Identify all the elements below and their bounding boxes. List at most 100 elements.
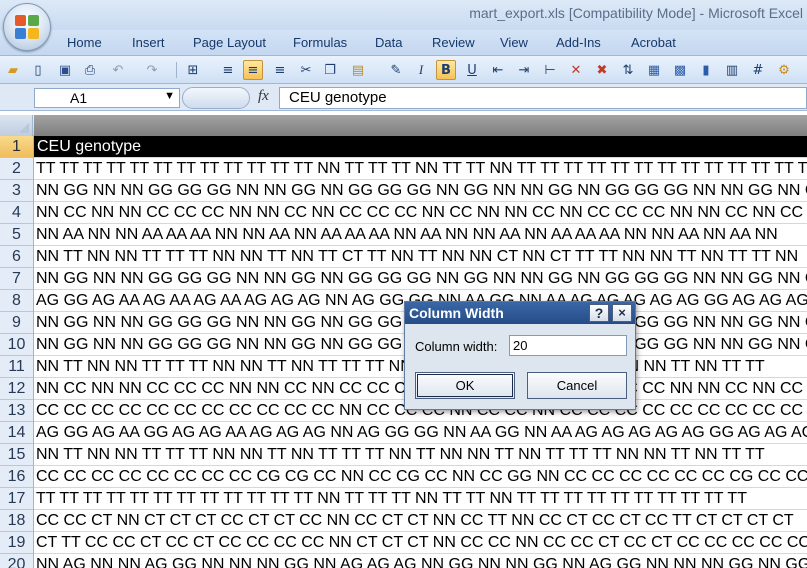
insert-columns-icon[interactable]: ⊢ <box>540 60 560 80</box>
row-header[interactable]: 9 <box>0 312 33 334</box>
row-header[interactable]: 3 <box>0 180 33 202</box>
open-folder-icon[interactable]: ▰ <box>3 60 23 80</box>
table-row[interactable]: NN GG NN NN GG GG GG NN NN GG NN GG GG G… <box>34 268 807 290</box>
sort-icon[interactable]: ⇅ <box>618 60 638 80</box>
close-icon[interactable]: × <box>612 304 632 322</box>
row-header[interactable]: 7 <box>0 268 33 290</box>
delete-columns-icon[interactable]: ✕ <box>566 60 586 80</box>
row-header[interactable]: 6 <box>0 246 33 268</box>
table-row[interactable]: NN GG NN NN GG GG GG NN NN GG NN GG GG G… <box>34 180 807 202</box>
row-header[interactable]: 8 <box>0 290 33 312</box>
row-header[interactable]: 18 <box>0 510 33 532</box>
cut-icon[interactable]: ✂ <box>296 60 316 80</box>
cancel-button[interactable]: Cancel <box>527 372 627 399</box>
window-title: mart_export.xls [Compatibility Mode] - M… <box>469 5 803 21</box>
copy-icon[interactable]: ❐ <box>320 60 340 80</box>
name-box[interactable]: A1 ▼ <box>34 88 180 108</box>
table-row[interactable]: CC CC CT NN CT CT CT CC CT CT CC NN CC C… <box>34 510 807 532</box>
gridlines-icon[interactable]: # <box>748 60 768 80</box>
row-header[interactable]: 5 <box>0 224 33 246</box>
insert-rows-icon[interactable]: ⇤ <box>488 60 508 80</box>
row-header[interactable]: 16 <box>0 466 33 488</box>
align-center-icon[interactable]: ≡ <box>243 60 263 80</box>
row-header[interactable]: 15 <box>0 444 33 466</box>
table-row[interactable]: NN TT NN NN TT TT TT NN NN TT NN TT CT T… <box>34 246 807 268</box>
table-row[interactable]: NN AA NN NN AA AA AA NN NN AA NN AA AA A… <box>34 224 807 246</box>
table-row[interactable]: CT TT CC CC CT CC CT CC CC CC CC NN CT C… <box>34 532 807 554</box>
table-row[interactable]: TT TT TT TT TT TT TT TT TT TT TT TT NN T… <box>34 158 807 180</box>
select-all-corner[interactable] <box>0 115 33 136</box>
table-icon[interactable]: ▦ <box>644 60 664 80</box>
column-a-header[interactable] <box>34 115 807 136</box>
help-icon[interactable]: ? <box>589 304 609 322</box>
formula-bar-handle[interactable] <box>182 87 250 109</box>
insert-function-icon[interactable]: fx <box>258 88 269 105</box>
tab-page-layout[interactable]: Page Layout <box>193 35 266 50</box>
table-row[interactable]: NN AG NN NN AG GG NN NN NN GG NN AG AG A… <box>34 554 807 568</box>
quick-toolbar: ▰ ▯ ▣ ⎙ ↶ ↷ ⊞ ≡ ≡ ≡ ✂ ❐ ▤ ✎ I B U ⇤ ⇥ ⊢ … <box>0 56 807 84</box>
row-header[interactable]: 4 <box>0 202 33 224</box>
row-header[interactable]: 20 <box>0 554 33 568</box>
ok-button[interactable]: OK <box>415 372 515 399</box>
column-width-dialog: Column Width ? × Column width: OK Cancel <box>404 301 636 410</box>
align-right-icon[interactable]: ≡ <box>270 60 290 80</box>
row-header[interactable]: 17 <box>0 488 33 510</box>
tab-data[interactable]: Data <box>375 35 402 50</box>
formula-input[interactable]: CEU genotype <box>279 87 807 109</box>
toolbar-separator <box>176 62 177 78</box>
table-row[interactable]: NN CC NN NN CC CC CC NN NN CC NN CC CC C… <box>34 202 807 224</box>
tab-acrobat[interactable]: Acrobat <box>631 35 676 50</box>
cell-a1-text: CEU genotype <box>37 138 142 155</box>
table-row[interactable]: NN TT NN NN TT TT TT NN NN TT NN TT TT T… <box>34 444 807 466</box>
bold-icon[interactable]: B <box>436 60 456 80</box>
chevron-down-icon[interactable]: ▼ <box>164 90 175 102</box>
table-row[interactable]: AG GG AG AA GG AG AG AA AG AG AG NN AG G… <box>34 422 807 444</box>
row-header[interactable]: 1 <box>0 136 33 158</box>
row-header[interactable]: 14 <box>0 422 33 444</box>
office-button[interactable] <box>3 3 51 51</box>
paste-icon[interactable]: ▤ <box>348 60 368 80</box>
column-header-bar <box>0 115 807 136</box>
row-header[interactable]: 10 <box>0 334 33 356</box>
tab-home[interactable]: Home <box>67 35 102 50</box>
delete-rows-icon[interactable]: ⇥ <box>514 60 534 80</box>
title-bar: mart_export.xls [Compatibility Mode] - M… <box>0 0 807 30</box>
row-header[interactable]: 2 <box>0 158 33 180</box>
grid-icon[interactable]: ▩ <box>670 60 690 80</box>
cell-a1[interactable]: CEU genotype <box>34 136 807 158</box>
tab-add-ins[interactable]: Add-Ins <box>556 35 601 50</box>
freeze-panes-icon[interactable]: ▥ <box>722 60 742 80</box>
name-box-value: A1 <box>70 90 88 106</box>
row-headers: 1 2 3 4 5 6 7 8 9 10 11 12 13 14 15 16 1… <box>0 136 34 568</box>
align-left-icon[interactable]: ≡ <box>218 60 238 80</box>
table-row[interactable]: CC CC CC CC CC CC CC CC CG CG CC NN CC C… <box>34 466 807 488</box>
italic-icon[interactable]: I <box>411 60 431 80</box>
borders-icon[interactable]: ⊞ <box>183 60 203 80</box>
new-document-icon[interactable]: ▯ <box>28 60 48 80</box>
underline-icon[interactable]: U <box>462 60 482 80</box>
tab-formulas[interactable]: Formulas <box>293 35 347 50</box>
redo-icon[interactable]: ↷ <box>142 60 162 80</box>
column-width-label: Column width: <box>415 339 498 354</box>
tab-review[interactable]: Review <box>432 35 475 50</box>
office-logo-icon <box>15 15 39 39</box>
tab-insert[interactable]: Insert <box>132 35 165 50</box>
row-header[interactable]: 11 <box>0 356 33 378</box>
row-header[interactable]: 13 <box>0 400 33 422</box>
chart-icon[interactable]: ▮ <box>696 60 716 80</box>
clear-icon[interactable]: ✖ <box>592 60 612 80</box>
row-header[interactable]: 19 <box>0 532 33 554</box>
dialog-title: Column Width <box>409 305 504 321</box>
dialog-title-bar[interactable]: Column Width ? × <box>405 302 635 324</box>
row-header[interactable]: 12 <box>0 378 33 400</box>
ribbon-tabs: Home Insert Page Layout Formulas Data Re… <box>0 30 807 56</box>
format-painter-icon[interactable]: ✎ <box>386 60 406 80</box>
column-width-input[interactable] <box>509 335 627 356</box>
print-preview-icon[interactable]: ⎙ <box>80 60 100 80</box>
formula-bar: A1 ▼ fx CEU genotype <box>0 84 807 111</box>
undo-icon[interactable]: ↶ <box>108 60 128 80</box>
save-icon[interactable]: ▣ <box>55 60 75 80</box>
table-row[interactable]: TT TT TT TT TT TT TT TT TT TT TT TT NN T… <box>34 488 807 510</box>
tab-view[interactable]: View <box>500 35 528 50</box>
options-icon[interactable]: ⚙ <box>774 60 794 80</box>
